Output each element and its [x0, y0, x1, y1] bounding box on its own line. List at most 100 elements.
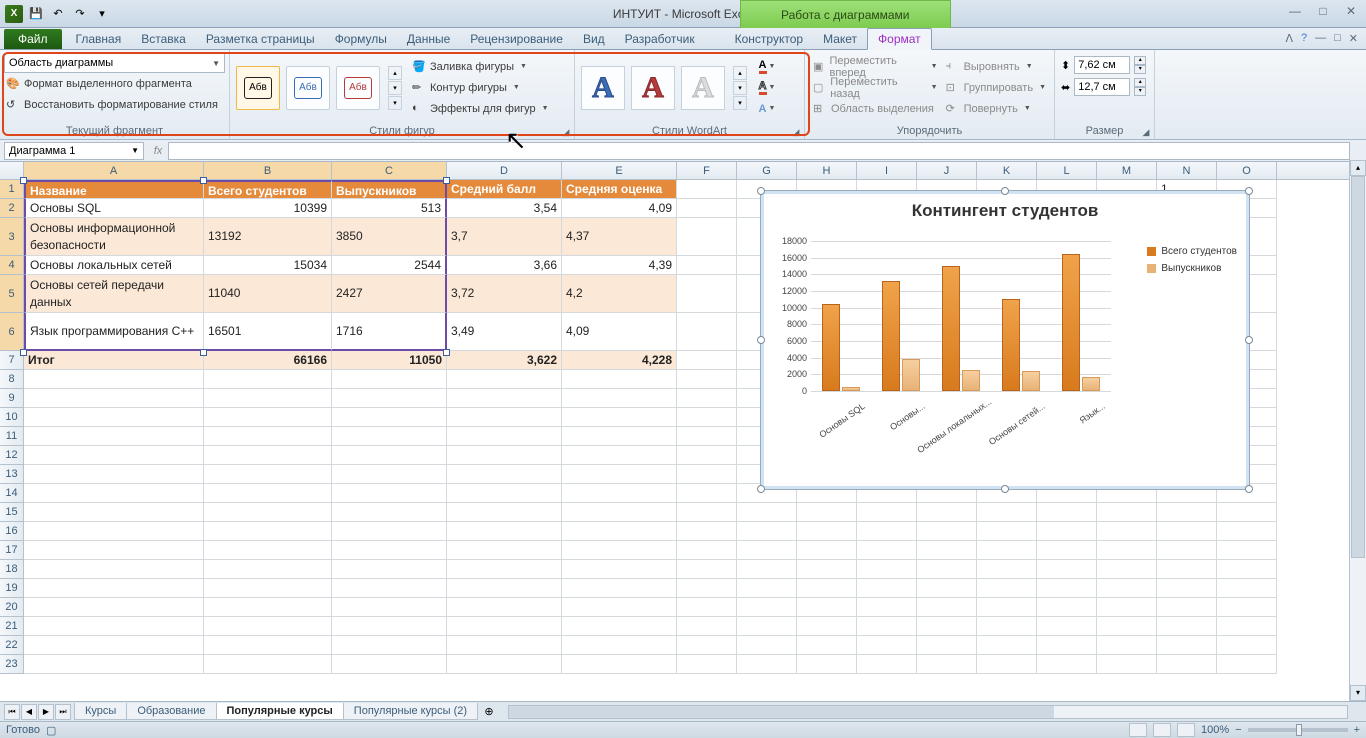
cell[interactable] — [24, 503, 204, 522]
chart-bar[interactable] — [942, 266, 960, 391]
cell[interactable] — [1037, 541, 1097, 560]
scroll-up-button[interactable]: ▴ — [1350, 160, 1366, 176]
cell[interactable] — [677, 560, 737, 579]
sheet-nav-next[interactable]: ▶ — [38, 704, 54, 720]
cell[interactable] — [677, 389, 737, 408]
cell[interactable] — [797, 579, 857, 598]
cell[interactable]: Средний балл — [447, 180, 562, 199]
cell[interactable] — [917, 617, 977, 636]
page-break-view-button[interactable] — [1177, 723, 1195, 737]
cell[interactable] — [677, 579, 737, 598]
cell[interactable]: Основы SQL — [24, 199, 204, 218]
width-up[interactable]: ▴ — [1134, 78, 1146, 87]
cell[interactable] — [1037, 655, 1097, 674]
cell[interactable] — [204, 484, 332, 503]
cell[interactable] — [332, 579, 447, 598]
legend-item[interactable]: Выпускников — [1147, 263, 1237, 274]
wordart-launcher-icon[interactable]: ◢ — [791, 127, 801, 137]
cell[interactable] — [332, 522, 447, 541]
row-header[interactable]: 2 — [0, 199, 24, 218]
cell[interactable] — [1217, 636, 1277, 655]
cell[interactable]: 3,49 — [447, 313, 562, 351]
workbook-close-icon[interactable]: ✕ — [1349, 32, 1358, 45]
rotate-button[interactable]: ⟳Повернуть▼ — [946, 99, 1046, 119]
sheet-tab[interactable]: Курсы — [74, 703, 127, 720]
cell[interactable] — [917, 636, 977, 655]
cell[interactable] — [562, 541, 677, 560]
col-header-N[interactable]: N — [1157, 162, 1217, 179]
cell[interactable] — [447, 408, 562, 427]
cell[interactable] — [1097, 579, 1157, 598]
cell[interactable] — [1157, 579, 1217, 598]
cell[interactable]: 4,39 — [562, 256, 677, 275]
cell[interactable] — [857, 541, 917, 560]
cell[interactable] — [677, 465, 737, 484]
cell[interactable] — [447, 389, 562, 408]
cell[interactable] — [332, 503, 447, 522]
cell[interactable] — [1097, 522, 1157, 541]
bar-group[interactable] — [936, 266, 986, 391]
cell[interactable] — [204, 541, 332, 560]
shape-styles-launcher-icon[interactable]: ◢ — [561, 127, 571, 137]
cell[interactable] — [737, 541, 797, 560]
cell[interactable] — [24, 427, 204, 446]
tab-page-layout[interactable]: Разметка страницы — [196, 29, 325, 49]
chart-bar[interactable] — [822, 304, 840, 391]
cell[interactable] — [677, 370, 737, 389]
row-header[interactable]: 17 — [0, 541, 24, 560]
chart-resize-handle[interactable] — [757, 485, 765, 493]
cell[interactable] — [857, 636, 917, 655]
cell[interactable] — [797, 522, 857, 541]
wordart-style-2[interactable]: A — [631, 66, 675, 110]
cell[interactable]: Всего студентов — [204, 180, 332, 199]
embedded-chart[interactable]: Контингент студентов 0200040006000800010… — [760, 190, 1250, 490]
cell[interactable]: 3,622 — [447, 351, 562, 370]
cell[interactable] — [857, 522, 917, 541]
cell[interactable] — [204, 370, 332, 389]
tab-chart-format[interactable]: Формат — [867, 28, 932, 50]
selection-handle[interactable] — [20, 349, 27, 356]
cell[interactable] — [562, 522, 677, 541]
sheet-tab-active[interactable]: Популярные курсы — [216, 703, 344, 720]
cell[interactable] — [797, 617, 857, 636]
cell[interactable] — [857, 617, 917, 636]
sheet-nav-prev[interactable]: ◀ — [21, 704, 37, 720]
cell[interactable] — [562, 503, 677, 522]
cell[interactable] — [797, 636, 857, 655]
cell[interactable] — [24, 541, 204, 560]
text-fill-button[interactable]: A▼ — [755, 57, 779, 77]
chart-resize-handle[interactable] — [757, 336, 765, 344]
cell[interactable] — [797, 541, 857, 560]
name-box-dropdown-icon[interactable]: ▼ — [131, 146, 139, 155]
cell[interactable] — [1217, 522, 1277, 541]
shape-style-2[interactable]: Абв — [286, 66, 330, 110]
cell[interactable] — [1157, 636, 1217, 655]
cell[interactable] — [1217, 503, 1277, 522]
cell[interactable]: Название — [24, 180, 204, 199]
chart-bar[interactable] — [1062, 254, 1080, 392]
cell[interactable] — [1157, 541, 1217, 560]
cell[interactable] — [857, 579, 917, 598]
cell[interactable] — [917, 655, 977, 674]
cell[interactable] — [677, 522, 737, 541]
tab-view[interactable]: Вид — [573, 29, 615, 49]
col-header-B[interactable]: B — [204, 162, 332, 179]
row-header[interactable]: 3 — [0, 218, 24, 256]
cell[interactable] — [1157, 503, 1217, 522]
chart-bar[interactable] — [1002, 299, 1020, 391]
cell[interactable]: 4,37 — [562, 218, 677, 256]
sheet-nav-last[interactable]: ⏭ — [55, 704, 71, 720]
cell[interactable] — [562, 427, 677, 446]
cell[interactable]: Язык программирования С++ — [24, 313, 204, 351]
shape-style-1[interactable]: Абв — [236, 66, 280, 110]
cell[interactable] — [977, 617, 1037, 636]
scroll-down-button[interactable]: ▾ — [1350, 685, 1366, 701]
cell[interactable] — [677, 484, 737, 503]
cell[interactable] — [562, 560, 677, 579]
format-selection-button[interactable]: 🎨 Формат выделенного фрагмента — [4, 74, 225, 94]
cell[interactable] — [1217, 655, 1277, 674]
cell[interactable] — [677, 275, 737, 313]
cell[interactable] — [677, 408, 737, 427]
cell[interactable] — [447, 370, 562, 389]
cell[interactable] — [737, 636, 797, 655]
